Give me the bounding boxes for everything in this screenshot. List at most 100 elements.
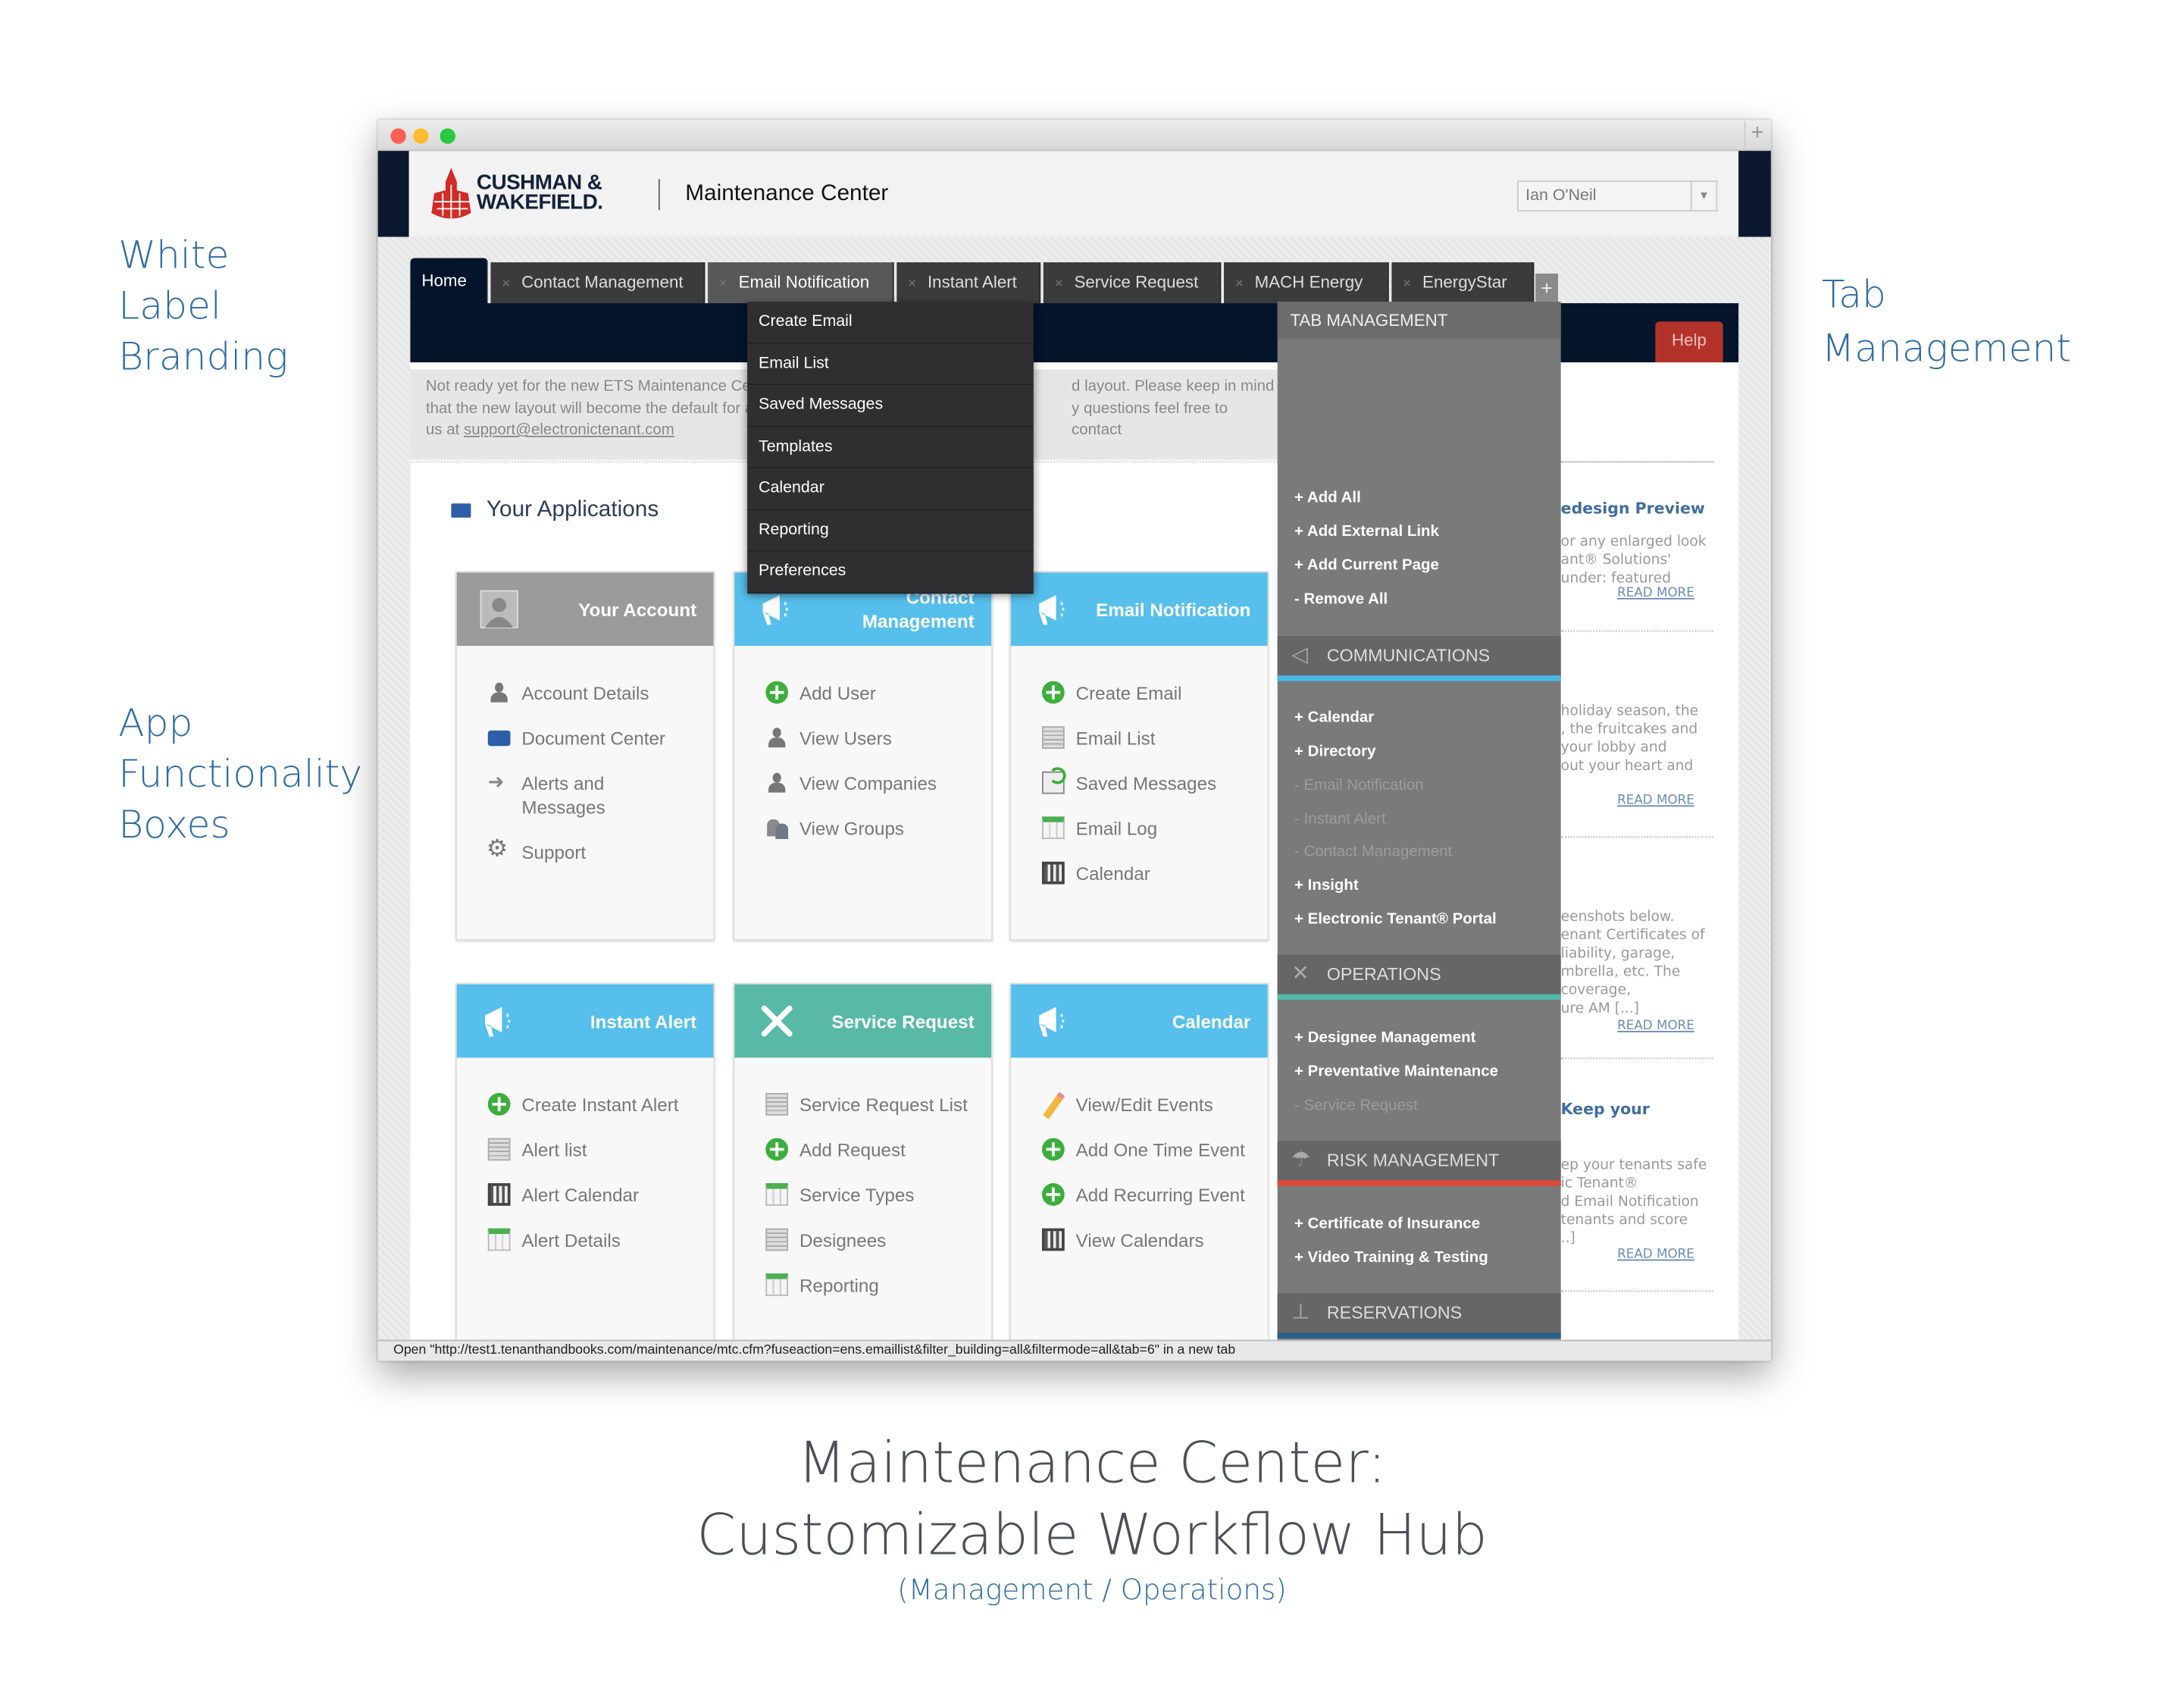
app-link-view-groups[interactable]: View Groups — [765, 816, 991, 841]
tab-mgmt-item-designee-management[interactable]: + Designee Management — [1294, 1029, 1475, 1046]
app-link-add-one-time-event[interactable]: Add One Time Event — [1041, 1138, 1268, 1163]
app-box-header[interactable]: Calendar — [1011, 984, 1268, 1058]
app-link-saved-messages[interactable]: Saved Messages — [1041, 767, 1268, 796]
app-box-header[interactable]: Your Account — [456, 572, 714, 647]
read-more-link[interactable]: READ MORE — [1617, 1018, 1694, 1036]
env-icon — [1041, 767, 1066, 794]
app-link-alerts-and-messages[interactable]: Alerts and Messages — [488, 770, 714, 819]
read-more-link[interactable]: READ MORE — [1617, 1247, 1694, 1265]
browser-window: + CUSHMAN & WAKEFIELD. Maintenance Cente… — [377, 120, 1771, 1361]
tab-contact-management[interactable]: × Contact Management — [490, 262, 706, 304]
site-header: CUSHMAN & WAKEFIELD. Maintenance Center … — [377, 151, 1771, 237]
app-box-title[interactable]: Your Account — [513, 572, 696, 646]
app-link-label: View Calendars — [1075, 1229, 1204, 1251]
app-link-add-user[interactable]: Add User — [765, 681, 991, 706]
app-link-account-details[interactable]: Account Details — [488, 681, 714, 706]
app-link-label: Email Log — [1075, 818, 1158, 840]
app-title: Maintenance Center — [685, 182, 889, 206]
dropdown-item[interactable]: Preferences — [747, 551, 1034, 593]
app-box-header[interactable]: Instant Alert — [456, 984, 714, 1058]
close-tab-icon[interactable]: × — [719, 277, 727, 292]
app-link-view-users[interactable]: View Users — [765, 726, 991, 750]
article-title[interactable]: Keep your — [1561, 1100, 1650, 1118]
app-link-alert-calendar[interactable]: Alert Calendar — [487, 1183, 714, 1207]
article-text: d Email Notification — [1560, 1194, 1699, 1210]
app-box-title[interactable]: Calendar — [1067, 985, 1251, 1058]
app-link-create-instant-alert[interactable]: Create Instant Alert — [487, 1092, 714, 1117]
close-tab-icon[interactable]: × — [1403, 277, 1411, 292]
close-tab-icon[interactable]: × — [502, 277, 510, 292]
tab-instant-alert[interactable]: × Instant Alert — [896, 262, 1041, 304]
tab-mgmt-action[interactable]: + Add All — [1294, 490, 1361, 506]
tab-mgmt-item-directory[interactable]: + Directory — [1294, 744, 1376, 760]
app-link-view-edit-events[interactable]: View/Edit Events — [1042, 1093, 1268, 1117]
help-button[interactable]: Help — [1655, 321, 1723, 363]
tab-mach-energy[interactable]: × MACH Energy — [1224, 262, 1389, 304]
app-box-links: Service Request List Add Request Service T… — [734, 1057, 991, 1297]
add-tab-button[interactable]: + — [1535, 273, 1558, 304]
app-link-document-center[interactable]: Document Center — [487, 726, 714, 750]
app-box-header[interactable]: Service Request — [734, 984, 992, 1058]
app-box-title[interactable]: Instant Alert — [513, 985, 696, 1058]
article-title[interactable]: edesign Preview — [1561, 499, 1705, 518]
app-link-designees[interactable]: Designees — [765, 1228, 991, 1253]
tab-mgmt-item-video-training-testing[interactable]: + Video Training & Testing — [1294, 1249, 1488, 1266]
app-link-view-calendars[interactable]: View Calendars — [1041, 1228, 1268, 1253]
dropdown-item[interactable]: Reporting — [747, 510, 1034, 552]
app-box-title[interactable]: Service Request — [791, 985, 974, 1058]
tab-mgmt-action[interactable]: + Add External Link — [1294, 523, 1439, 540]
dropdown-item[interactable]: Calendar — [747, 468, 1034, 510]
tab-mgmt-action[interactable]: + Add Current Page — [1294, 557, 1439, 574]
status-bar-url: Open "http://test1.tenanthandbooks.com/m… — [377, 1339, 1771, 1361]
read-more-link[interactable]: READ MORE — [1617, 793, 1694, 811]
tab-mgmt-item-preventative-maintenance[interactable]: + Preventative Maintenance — [1294, 1063, 1498, 1080]
tab-email-notification[interactable]: × Email Notification — [708, 262, 894, 304]
company-logo[interactable]: CUSHMAN & WAKEFIELD. — [429, 165, 603, 229]
user-select[interactable]: Ian O'Neil ▼ — [1517, 180, 1718, 212]
arrow-icon — [488, 770, 511, 794]
app-link-add-recurring-event[interactable]: Add Recurring Event — [1041, 1183, 1268, 1207]
maximize-window-button[interactable] — [440, 128, 455, 144]
app-link-email-list[interactable]: Email List — [1041, 726, 1268, 750]
app-link-reporting[interactable]: Reporting — [765, 1273, 991, 1298]
tab-mgmt-item-calendar[interactable]: + Calendar — [1294, 709, 1374, 726]
close-tab-icon[interactable]: × — [1055, 277, 1063, 292]
caption-title-line1: Maintenance Center: — [797, 1431, 1387, 1497]
dropdown-item[interactable]: Templates — [747, 427, 1034, 468]
app-link-label: Designees — [799, 1229, 887, 1251]
app-link-view-companies[interactable]: View Companies — [765, 772, 991, 796]
minimize-window-button[interactable] — [413, 128, 429, 144]
dropdown-item[interactable]: Email List — [747, 343, 1034, 385]
close-tab-icon[interactable]: × — [908, 277, 916, 292]
tab-mgmt-item-electronic-tenant-portal[interactable]: + Electronic Tenant® Portal — [1294, 911, 1497, 928]
logo-text: WAKEFIELD. — [476, 190, 603, 215]
support-email-link[interactable]: support@electronictenant.com — [464, 421, 674, 438]
app-link-alert-list[interactable]: Alert list — [487, 1138, 714, 1163]
tab-mgmt-item-insight[interactable]: + Insight — [1294, 877, 1359, 894]
tab-service-request[interactable]: × Service Request — [1043, 262, 1222, 304]
app-box-instant-alert: Instant Alert Create Instant Alert Alert l… — [455, 982, 715, 1343]
app-link-alert-details[interactable]: Alert Details — [487, 1228, 714, 1253]
tab-home[interactable]: Home — [410, 258, 488, 304]
app-link-add-request[interactable]: Add Request — [765, 1138, 991, 1163]
app-box-title[interactable]: Email Notification — [1067, 572, 1250, 646]
close-window-button[interactable] — [390, 128, 406, 144]
close-tab-icon[interactable]: × — [1235, 277, 1244, 292]
app-link-create-email[interactable]: Create Email — [1041, 681, 1268, 706]
chevron-down-icon: ▼ — [1690, 182, 1716, 211]
app-link-service-types[interactable]: Service Types — [765, 1183, 991, 1207]
dropdown-item[interactable]: Create Email — [747, 302, 1034, 344]
app-link-calendar[interactable]: Calendar — [1041, 861, 1268, 886]
article-divider — [1560, 1290, 1713, 1292]
tab-mgmt-action[interactable]: - Remove All — [1294, 591, 1388, 608]
app-link-support[interactable]: Support — [487, 836, 714, 865]
tab-energystar[interactable]: × EnergyStar — [1391, 262, 1535, 304]
tab-mgmt-item-certificate-of-insurance[interactable]: + Certificate of Insurance — [1294, 1216, 1480, 1232]
app-link-label: View Groups — [799, 818, 904, 840]
app-box-header[interactable]: Email Notification — [1011, 572, 1268, 647]
new-tab-icon[interactable]: + — [1743, 121, 1764, 147]
read-more-link[interactable]: READ MORE — [1617, 585, 1694, 603]
app-link-email-log[interactable]: Email Log — [1041, 816, 1268, 841]
dropdown-item[interactable]: Saved Messages — [747, 385, 1034, 427]
app-link-service-request-list[interactable]: Service Request List — [765, 1092, 991, 1117]
